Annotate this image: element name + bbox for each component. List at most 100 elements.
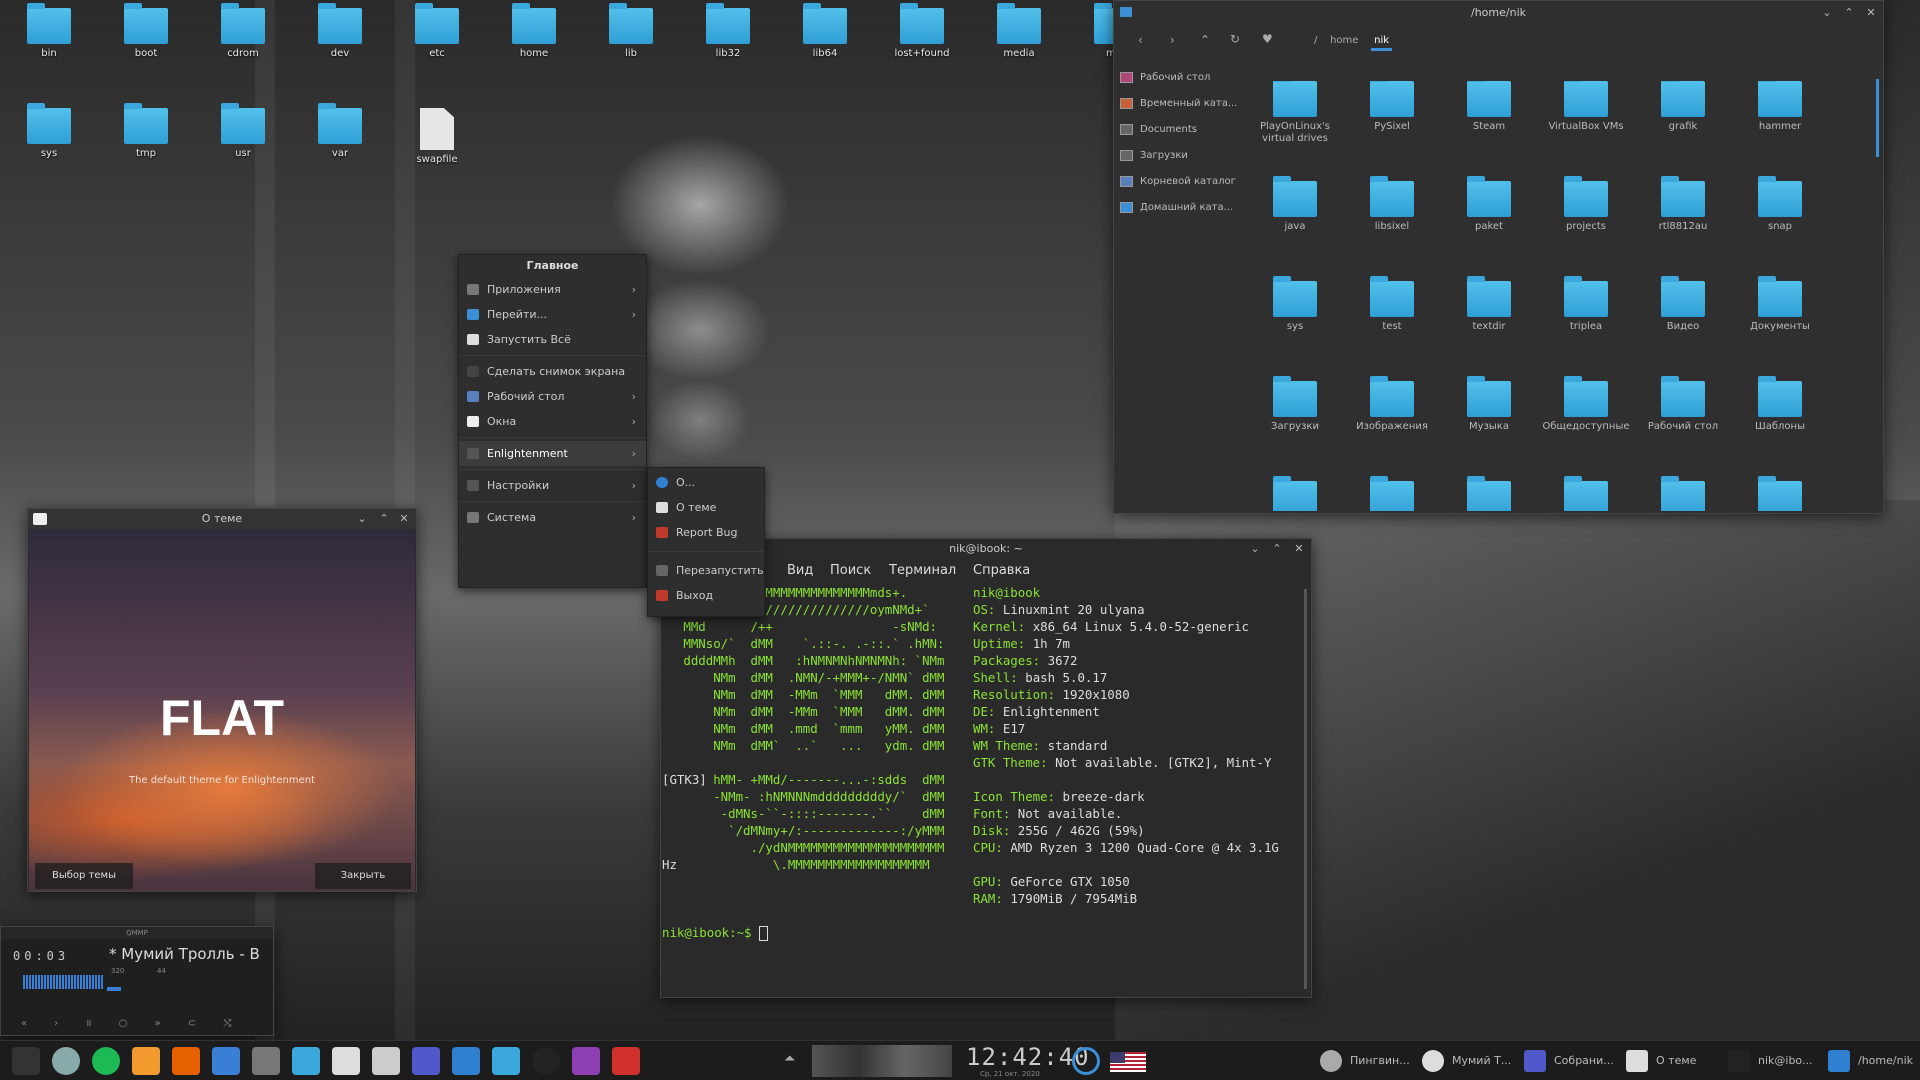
folder-item-test[interactable]: test — [1347, 276, 1437, 333]
task-мумий-т[interactable]: Мумий Т... — [1416, 1047, 1514, 1075]
folder-item-загрузки[interactable]: Загрузки — [1250, 376, 1340, 433]
desktop-icon-lib64[interactable]: lib64 — [777, 3, 873, 59]
folder-item-hammer[interactable]: hammer — [1735, 81, 1825, 133]
folder-item-partial[interactable] — [1735, 476, 1825, 511]
crumb-root[interactable]: / — [1314, 35, 1317, 46]
desktop-icon-lib[interactable]: lib — [583, 3, 679, 59]
task-пингвин[interactable]: Пингвин... — [1314, 1047, 1412, 1075]
menu-item-сделать-снимок-экрана[interactable]: Сделать снимок экрана — [459, 359, 646, 384]
folder-item-документы[interactable]: Документы — [1735, 276, 1825, 333]
folder-item-steam[interactable]: Steam — [1444, 81, 1534, 133]
scrollbar[interactable] — [1304, 589, 1307, 989]
forward-icon[interactable]: › — [1170, 33, 1175, 47]
desktop-icon-media[interactable]: media — [971, 3, 1067, 59]
maximize-icon[interactable]: ⌃ — [1267, 539, 1287, 559]
desktop-icon-swapfile[interactable]: swapfile — [389, 108, 485, 165]
monitor-icon[interactable] — [332, 1047, 360, 1075]
place-домашний-ката[interactable]: Домашний ката... — [1114, 195, 1244, 221]
folder-item-java[interactable]: java — [1250, 176, 1340, 233]
folder-item-sys[interactable]: sys — [1250, 276, 1340, 333]
crumb-home[interactable]: home — [1330, 35, 1358, 46]
files-icon[interactable] — [292, 1047, 320, 1075]
close-button[interactable]: Закрыть — [315, 863, 411, 889]
teams-icon[interactable] — [412, 1047, 440, 1075]
seek-slider[interactable] — [107, 987, 121, 991]
place-временный-ката[interactable]: Временный ката... — [1114, 91, 1244, 117]
desktop-icon-boot[interactable]: boot — [98, 3, 194, 59]
folder-item-видео[interactable]: Видео — [1638, 276, 1728, 333]
task-home-nik[interactable]: /home/nik — [1822, 1047, 1920, 1075]
menu-item-перейти[interactable]: Перейти... › — [459, 302, 646, 327]
place-загрузки[interactable]: Загрузки — [1114, 143, 1244, 169]
prompt[interactable]: nik@ibook:~$ — [662, 924, 768, 941]
menu-item-запустить-всё[interactable]: Запустить Всё — [459, 327, 646, 352]
place-рабочий-стол[interactable]: Рабочий стол — [1114, 65, 1244, 91]
desktop-icon-cdrom[interactable]: cdrom — [195, 3, 291, 59]
menu-item-enlightenment[interactable]: Enlightenment › — [459, 441, 646, 466]
desktop-icon-etc[interactable]: etc — [389, 3, 485, 59]
firefox-icon[interactable] — [172, 1047, 200, 1075]
folder-item-partial[interactable] — [1347, 476, 1437, 511]
terminal-menu-вид[interactable]: Вид — [787, 563, 813, 578]
firefox2-icon[interactable] — [572, 1047, 600, 1075]
filemanager-icon[interactable] — [452, 1047, 480, 1075]
desktop-icon-home[interactable]: home — [486, 3, 582, 59]
clock[interactable]: 12:42:40 — [966, 1043, 1090, 1071]
submenu-item-о-теме[interactable]: О теме — [648, 495, 764, 520]
desktop-icon-usr[interactable]: usr — [195, 103, 291, 159]
menu-item-рабочий-стол[interactable]: Рабочий стол › — [459, 384, 646, 409]
folder-item-rtl8812au[interactable]: rtl8812au — [1638, 176, 1728, 233]
terminal-icon[interactable] — [12, 1047, 40, 1075]
folder-item-grafik[interactable]: grafik — [1638, 81, 1728, 133]
bluetooth-icon[interactable] — [212, 1047, 240, 1075]
folder-item-шаблоны[interactable]: Шаблоны — [1735, 376, 1825, 433]
qmmp-controls[interactable]: « › ॥ ○ » ⊂ ⤭ — [21, 1015, 243, 1029]
sublime-icon[interactable] — [132, 1047, 160, 1075]
close-icon[interactable]: ✕ — [1861, 1, 1881, 25]
close-icon[interactable]: ✕ — [394, 509, 414, 529]
screenshot-icon[interactable] — [252, 1047, 280, 1075]
globe-icon[interactable] — [52, 1047, 80, 1075]
task-о-теме[interactable]: О теме — [1620, 1047, 1718, 1075]
maximize-icon[interactable]: ⌃ — [1839, 1, 1859, 25]
folder-item-partial[interactable] — [1444, 476, 1534, 511]
bookmark-icon[interactable]: ♥ — [1262, 32, 1273, 46]
choose-theme-button[interactable]: Выбор темы — [35, 863, 133, 889]
folder-item-изображения[interactable]: Изображения — [1347, 376, 1437, 433]
desktop-icon-var[interactable]: var — [292, 103, 388, 159]
folder-item-projects[interactable]: projects — [1541, 176, 1631, 233]
scrollbar[interactable] — [1876, 79, 1879, 157]
folder-item-рабочий-стол[interactable]: Рабочий стол — [1638, 376, 1728, 433]
folder-item-triplea[interactable]: triplea — [1541, 276, 1631, 333]
power-icon[interactable] — [532, 1047, 560, 1075]
folder-item-partial[interactable] — [1638, 476, 1728, 511]
terminal-menu-справка[interactable]: Справка — [973, 563, 1030, 578]
maximize-icon[interactable]: ⌃ — [374, 509, 394, 529]
submenu-item-о[interactable]: О... — [648, 470, 764, 495]
terminal-menu-поиск[interactable]: Поиск — [830, 563, 871, 578]
pager[interactable] — [812, 1045, 952, 1077]
desktop-icon-tmp[interactable]: tmp — [98, 103, 194, 159]
network-ring-icon[interactable] — [1072, 1047, 1100, 1075]
spotify-icon[interactable] — [92, 1047, 120, 1075]
folder-item-музыка[interactable]: Музыка — [1444, 376, 1534, 433]
menu-item-окна[interactable]: Окна › — [459, 409, 646, 434]
folder-item-paket[interactable]: paket — [1444, 176, 1534, 233]
terminal-menu-терминал[interactable]: Терминал — [889, 563, 956, 578]
minimize-icon[interactable]: ⌄ — [352, 509, 372, 529]
folder-item-partial[interactable] — [1250, 476, 1340, 511]
close-app-icon[interactable] — [612, 1047, 640, 1075]
folder-item-textdir[interactable]: textdir — [1444, 276, 1534, 333]
folder-item-virtualbox-vms[interactable]: VirtualBox VMs — [1541, 81, 1631, 133]
folder-item-libsixel[interactable]: libsixel — [1347, 176, 1437, 233]
keyboard-layout-flag-icon[interactable] — [1110, 1052, 1146, 1072]
desktop-icon-sys[interactable]: sys — [1, 103, 97, 159]
screenshot2-icon[interactable] — [492, 1047, 520, 1075]
desktop-icon-lib32[interactable]: lib32 — [680, 3, 776, 59]
minimize-icon[interactable]: ⌄ — [1245, 539, 1265, 559]
folder-item-общедоступные[interactable]: Общедоступные — [1541, 376, 1631, 433]
task-nik-ibo[interactable]: nik@ibo... — [1722, 1047, 1820, 1075]
submenu-item-report-bug[interactable]: Report Bug — [648, 520, 764, 545]
reload-icon[interactable]: ↻ — [1230, 32, 1240, 46]
menu-item-система[interactable]: Система › — [459, 505, 646, 530]
